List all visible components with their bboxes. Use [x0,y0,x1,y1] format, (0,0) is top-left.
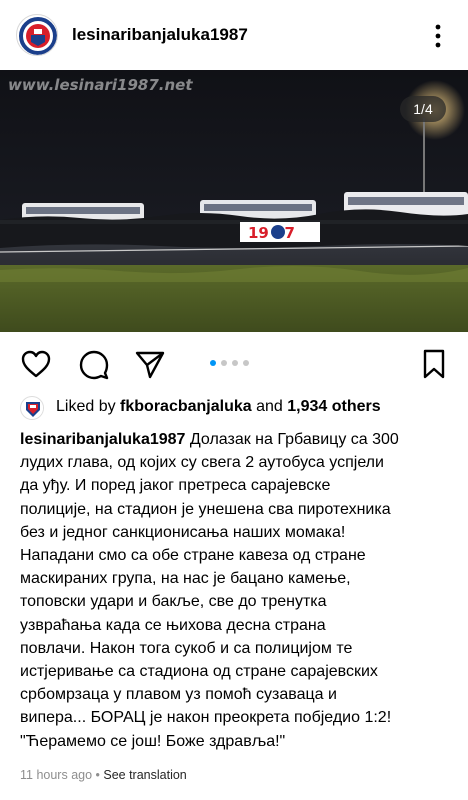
profile-avatar[interactable] [16,14,58,56]
caption-line: истјеривање са стадиона од стране сараје… [20,663,378,681]
caption-line: випера... БОРАЦ је након преокрета побје… [20,709,392,727]
caption-line: Нападани смо са обе стране кавеза од стр… [20,547,366,565]
caption-username[interactable]: lesinaribanjaluka1987 [20,431,185,448]
share-icon[interactable] [134,348,166,380]
caption-line: "Ћерамемо се још! Боже здравља!" [20,732,286,750]
post-caption: lesinaribanjaluka1987 Долазак на Грбавиц… [20,428,460,753]
caption-text: Долазак на Грбавицу са 300 [185,431,399,448]
caption-line: топовски удари и бакље, све до тренутка [20,593,327,611]
post-image[interactable]: 19 87 www.lesinari1987.net 1/4 [0,70,468,332]
see-translation-link[interactable]: See translation [103,768,186,782]
caption-line: лудих глава, од којих су свега 2 аутобус… [20,454,384,472]
caption-line: полиције, на стадион је унешена сва пиро… [20,500,391,518]
watermark: www.lesinari1987.net [8,76,193,94]
caption-line: узвраћања када се њихова десна страна [20,616,326,634]
carousel-indicator [210,360,249,368]
crowd-photo: 19 87 [0,70,468,332]
likes-prefix: Liked by [56,398,116,415]
post-header: lesinaribanjaluka1987 [0,0,468,70]
likes-count[interactable]: 1,934 others [287,398,380,415]
caption-line: да уђу. И поред јаког претреса сарајевск… [20,477,331,495]
liker-username[interactable]: fkboracbanjaluka [120,398,252,415]
likes-middle: and [256,398,283,415]
carousel-dot [232,360,238,366]
caption-line: маскираних група, на нас је бацано камењ… [20,570,351,588]
heart-icon[interactable] [20,348,52,380]
post-meta: 11 hours ago • See translation [20,768,187,782]
caption-line: повлачи. Након тога сукоб и са полицијом… [20,639,353,657]
caption-line: србомрзаца у плавом уз помоћ сузаваца и [20,686,337,704]
club-crest-icon [22,398,43,419]
post-actions [0,340,468,386]
likes-text: Liked by fkboracbanjaluka and 1,934 othe… [56,398,381,416]
carousel-counter: 1/4 [400,96,446,122]
club-crest-icon [18,16,57,55]
bookmark-icon[interactable] [418,348,450,380]
carousel-dot [210,360,216,366]
carousel-dot [221,360,227,366]
liker-avatar[interactable] [20,396,44,420]
caption-line: lesinaribanjaluka1987 Долазак на Грбавиц… [20,428,460,451]
post-username[interactable]: lesinaribanjaluka1987 [72,25,248,45]
post-time: 11 hours ago [20,768,93,782]
carousel-dot [243,360,249,366]
more-vertical-icon[interactable] [428,22,448,50]
comment-icon[interactable] [78,348,110,380]
caption-line: без и једног санкционисања наших момака! [20,523,346,541]
meta-separator: • [92,768,104,782]
